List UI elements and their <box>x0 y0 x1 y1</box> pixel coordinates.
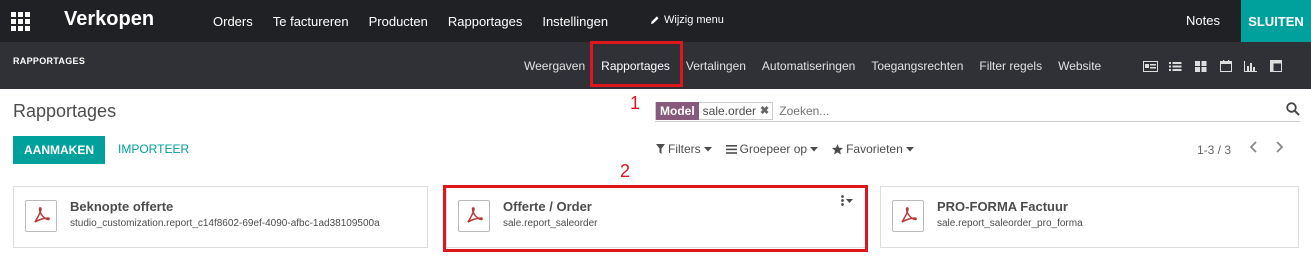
report-name: Beknopte offerte <box>70 199 174 214</box>
facet-remove-icon[interactable]: ✖ <box>760 104 772 117</box>
star-icon <box>832 143 844 154</box>
annotation-number-1: 1 <box>630 93 641 113</box>
report-card[interactable]: PRO-FORMA Factuur sale.report_saleorder_… <box>880 186 1299 248</box>
group-by-dropdown[interactable]: Groepeer op <box>725 142 819 156</box>
tab-access-rights[interactable]: Toegangsrechten <box>863 59 971 73</box>
annotation-number-2: 2 <box>620 161 631 181</box>
close-studio-button[interactable]: SLUITEN <box>1241 0 1311 42</box>
top-menu: Orders Te factureren Producten Rapportag… <box>203 0 618 42</box>
search-bar: Model sale.order ✖ <box>655 100 1300 122</box>
group-by-label: Groepeer op <box>739 142 808 156</box>
calendar-view-icon[interactable] <box>1213 58 1238 74</box>
chevron-left-icon[interactable] <box>1249 140 1258 157</box>
view-switcher <box>1138 58 1288 74</box>
tab-website[interactable]: Website <box>1050 59 1109 73</box>
pager-value[interactable]: 1-3 / 3 <box>1197 143 1231 157</box>
filter-icon <box>656 144 665 154</box>
kanban-view-icon[interactable] <box>1188 58 1213 74</box>
create-button[interactable]: AANMAKEN <box>13 136 105 164</box>
tab-translations[interactable]: Vertalingen <box>678 59 754 73</box>
form-view-icon[interactable] <box>1138 58 1163 74</box>
search-facet: Model sale.order ✖ <box>655 101 774 120</box>
pencil-icon <box>651 16 659 24</box>
favorites-dropdown[interactable]: Favorieten <box>832 142 914 156</box>
search-input[interactable] <box>779 103 1180 118</box>
highlight-box-report-card <box>443 185 868 252</box>
tab-automations[interactable]: Automatiseringen <box>754 59 863 73</box>
edit-menu-label: Wijzig menu <box>664 14 724 26</box>
menu-item-to-invoice[interactable]: Te factureren <box>263 14 359 29</box>
studio-section-title: RAPPORTAGES <box>13 56 86 66</box>
notes-button[interactable]: Notes <box>1186 13 1220 28</box>
filters-label: Filters <box>668 142 701 156</box>
bars-icon <box>725 144 737 154</box>
favorites-label: Favorieten <box>846 142 903 156</box>
highlight-box-reports-tab <box>590 41 683 87</box>
pivot-view-icon[interactable] <box>1263 58 1288 74</box>
facet-label: Model <box>656 101 699 120</box>
page-title: Rapportages <box>13 101 117 121</box>
edit-menu-link[interactable]: Wijzig menu <box>650 14 724 26</box>
app-title: Verkopen <box>64 8 155 30</box>
apps-menu-icon[interactable] <box>11 11 31 31</box>
menu-item-reporting[interactable]: Rapportages <box>438 14 532 29</box>
report-name: PRO-FORMA Factuur <box>937 199 1068 214</box>
facet-value: sale.order <box>702 103 757 118</box>
report-technical-name: studio_customization.report_c14f8602-69e… <box>70 218 380 229</box>
search-icon[interactable] <box>1286 102 1300 119</box>
report-card[interactable]: Beknopte offerte studio_customization.re… <box>13 186 428 248</box>
menu-item-configuration[interactable]: Instellingen <box>532 14 618 29</box>
menu-item-orders[interactable]: Orders <box>203 14 263 29</box>
main-navbar: Verkopen Orders Te factureren Producten … <box>0 0 1311 42</box>
tab-views[interactable]: Weergaven <box>516 59 593 73</box>
tab-filter-rules[interactable]: Filter regels <box>971 59 1050 73</box>
menu-item-products[interactable]: Producten <box>359 14 438 29</box>
search-options: Filters Groepeer op Favorieten <box>656 142 914 156</box>
list-view-icon[interactable] <box>1163 58 1188 74</box>
pdf-icon <box>892 200 924 232</box>
filters-dropdown[interactable]: Filters <box>656 142 712 156</box>
graph-view-icon[interactable] <box>1238 58 1263 74</box>
report-technical-name: sale.report_saleorder_pro_forma <box>937 218 1083 229</box>
import-button[interactable]: IMPORTEER <box>118 142 189 156</box>
pdf-icon <box>25 200 57 232</box>
caret-down-icon <box>905 146 914 151</box>
caret-down-icon <box>810 146 819 151</box>
caret-down-icon <box>703 146 712 151</box>
chevron-right-icon[interactable] <box>1275 140 1284 157</box>
